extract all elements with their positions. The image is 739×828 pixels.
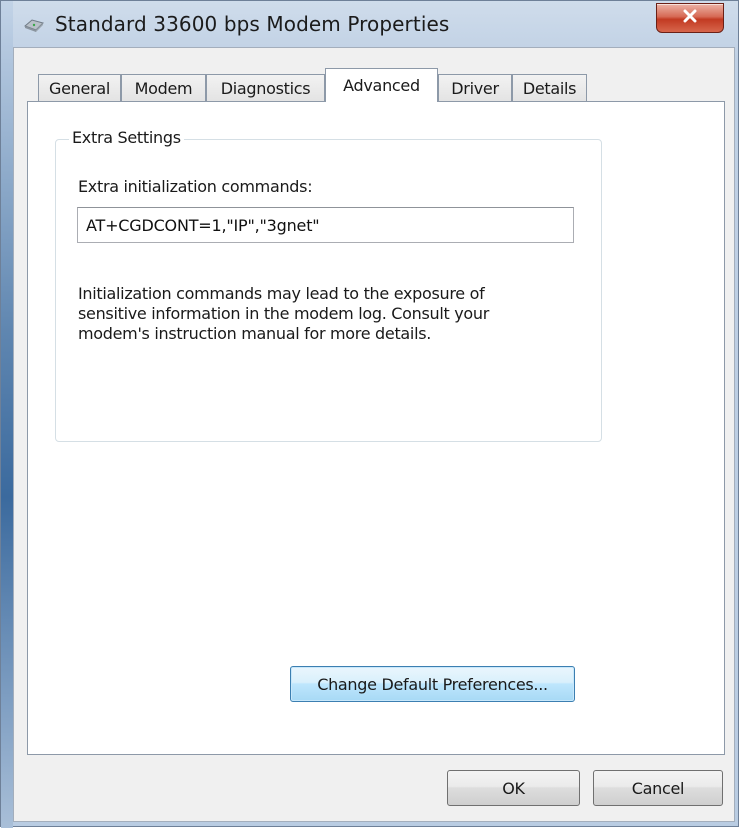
close-button[interactable] [656,3,724,33]
tab-general[interactable]: General [38,74,121,102]
tab-advanced[interactable]: Advanced [325,68,438,102]
tab-driver[interactable]: Driver [438,74,512,102]
extra-init-commands-label: Extra initialization commands: [78,177,313,196]
extra-settings-group-label: Extra Settings [69,128,184,147]
title-bar[interactable]: Standard 33600 bps Modem Properties [1,1,739,45]
change-default-preferences-button[interactable]: Change Default Preferences... [290,666,575,702]
tab-diagnostics[interactable]: Diagnostics [206,74,325,102]
security-warning-text: Initialization commands may lead to the … [78,284,490,343]
window-title: Standard 33600 bps Modem Properties [55,12,450,36]
close-icon [682,9,698,28]
ok-button[interactable]: OK [447,770,580,806]
modem-icon [23,15,45,33]
cancel-button[interactable]: Cancel [593,770,723,806]
tab-details[interactable]: Details [512,74,587,102]
properties-dialog: Standard 33600 bps Modem Properties Gene… [0,0,739,828]
window-left-edge [1,1,13,828]
extra-init-commands-input[interactable] [77,207,574,243]
tab-modem[interactable]: Modem [121,74,206,102]
